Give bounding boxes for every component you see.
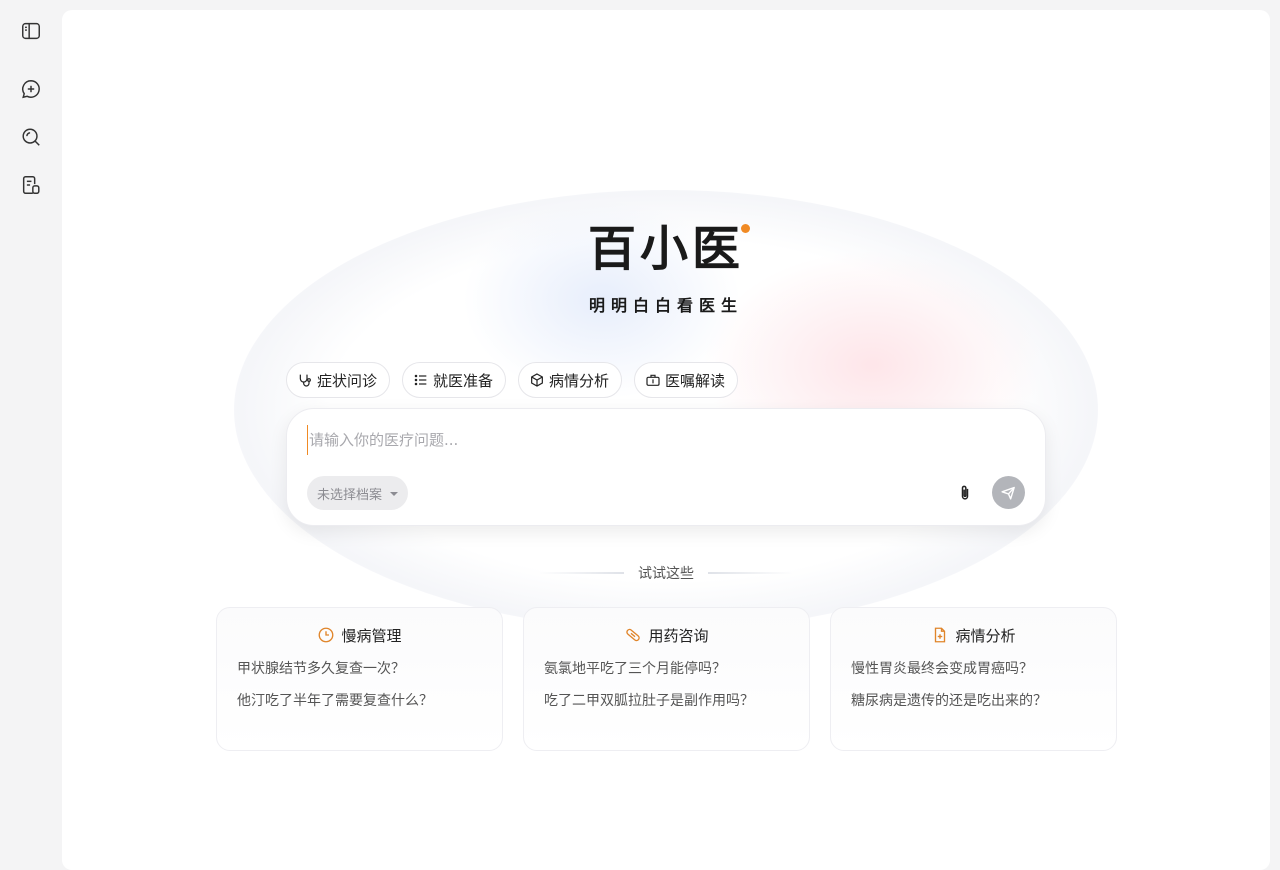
report-icon xyxy=(935,627,946,643)
attach-button[interactable] xyxy=(953,481,977,505)
send-button[interactable] xyxy=(992,476,1025,509)
suggestion-question[interactable]: 甲状腺结节多久复查一次？ xyxy=(237,660,482,678)
paperclip-icon xyxy=(961,485,969,500)
sidebar-toggle-button[interactable] xyxy=(17,17,45,45)
card-title: 慢病管理 xyxy=(341,626,402,645)
search-icon xyxy=(22,128,40,146)
suggestion-cards: 慢病管理 甲状腺结节多久复查一次？ 他汀吃了半年了需要复查什么？ 用药咨询 氨氯… xyxy=(216,607,1117,751)
mode-pills: 症状问诊 就医准备 病情分析 医嘱解读 xyxy=(286,362,739,398)
suggestion-question[interactable]: 吃了二甲双胍拉肚子是副作用吗？ xyxy=(544,692,789,710)
card-header: 病情分析 xyxy=(851,624,1096,646)
records-button[interactable] xyxy=(17,171,45,199)
suggestion-question[interactable]: 慢性胃炎最终会变成胃癌吗？ xyxy=(851,660,1096,678)
suggestion-card-chronic: 慢病管理 甲状腺结节多久复查一次？ 他汀吃了半年了需要复查什么？ xyxy=(216,607,503,751)
new-chat-button[interactable] xyxy=(17,75,45,103)
search-button[interactable] xyxy=(17,123,45,151)
mode-pill-orders[interactable]: 医嘱解读 xyxy=(634,362,739,398)
divider-line-right xyxy=(708,572,794,574)
pill-icon xyxy=(626,628,641,642)
suggestion-question[interactable]: 氨氯地平吃了三个月能停吗？ xyxy=(544,660,789,678)
suggestions-divider: 试试这些 xyxy=(536,562,796,584)
mode-pill-label: 病情分析 xyxy=(549,371,610,390)
sidebar-toggle-icon xyxy=(22,22,40,40)
stethoscope-icon xyxy=(299,374,311,387)
card-header: 用药咨询 xyxy=(544,624,789,646)
profile-select-label: 未选择档案 xyxy=(317,487,383,503)
chat-composer: 未选择档案 xyxy=(286,408,1046,526)
caret-down-icon xyxy=(390,492,399,496)
card-title: 用药咨询 xyxy=(648,626,709,645)
suggestions-heading: 试试这些 xyxy=(638,566,694,582)
profile-select[interactable]: 未选择档案 xyxy=(307,476,409,510)
suggestion-card-analysis: 病情分析 慢性胃炎最终会变成胃癌吗？ 糖尿病是遗传的还是吃出来的？ xyxy=(830,607,1117,751)
main-panel: 百小医 明明白白看医生 症状问诊 就医准备 病情分析 医嘱解读 请输入你的医疗问… xyxy=(62,10,1270,870)
brand-slogan: 明明白白看医生 xyxy=(588,296,743,315)
clock-icon xyxy=(319,627,334,643)
suggestion-card-medication: 用药咨询 氨氯地平吃了三个月能停吗？ 吃了二甲双胍拉肚子是副作用吗？ xyxy=(523,607,810,751)
mode-pill-label: 症状问诊 xyxy=(317,371,378,390)
divider-line-left xyxy=(538,572,624,574)
brand-name: 百小医 xyxy=(587,221,744,277)
cube-icon xyxy=(531,373,543,387)
brand-block: 百小医 明明白白看医生 xyxy=(566,220,766,316)
mode-pill-label: 就医准备 xyxy=(433,371,494,390)
mode-pill-prep[interactable]: 就医准备 xyxy=(402,362,507,398)
brand-logo: 百小医 xyxy=(587,220,750,278)
suggestion-question[interactable]: 糖尿病是遗传的还是吃出来的？ xyxy=(851,692,1096,710)
card-title: 病情分析 xyxy=(955,626,1016,645)
sidebar-rail xyxy=(0,0,62,853)
card-header: 慢病管理 xyxy=(237,624,482,646)
mode-pill-symptom[interactable]: 症状问诊 xyxy=(286,362,391,398)
records-icon xyxy=(22,176,40,194)
medkit-icon xyxy=(646,374,660,386)
mode-pill-label: 医嘱解读 xyxy=(665,371,726,390)
suggestion-question[interactable]: 他汀吃了半年了需要复查什么？ xyxy=(237,692,482,710)
mode-pill-analysis[interactable]: 病情分析 xyxy=(518,362,623,398)
brand-dot xyxy=(741,224,750,233)
send-icon xyxy=(1001,486,1015,500)
checklist-icon xyxy=(414,374,427,386)
question-input[interactable] xyxy=(307,425,1007,455)
new-chat-icon xyxy=(22,80,40,99)
